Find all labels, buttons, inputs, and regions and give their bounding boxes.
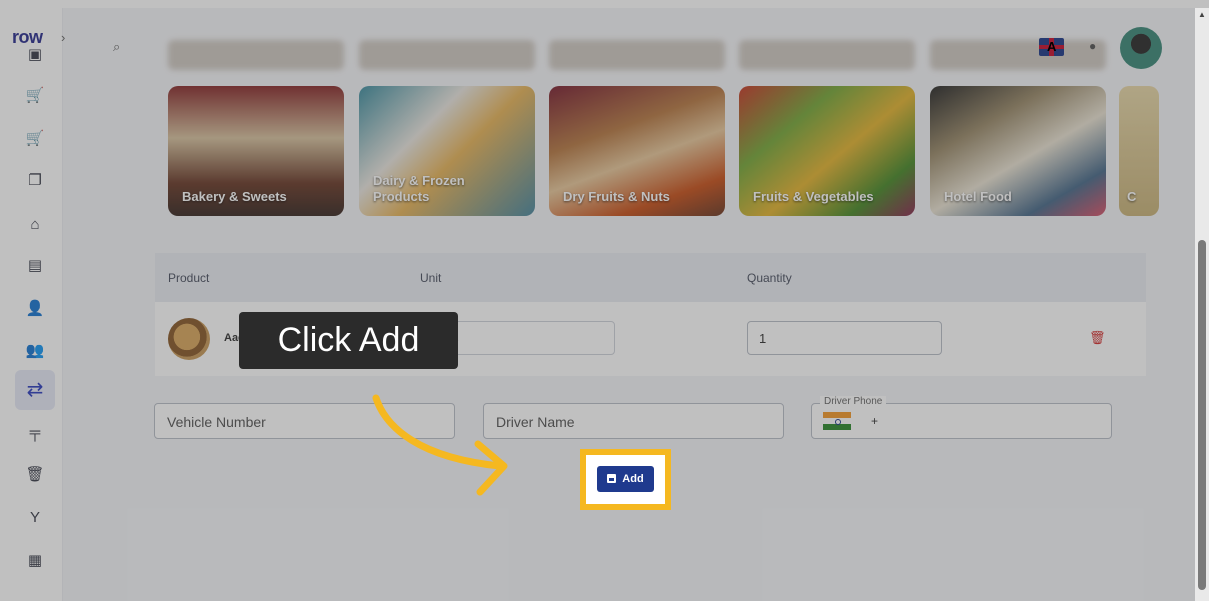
avatar[interactable] (1120, 27, 1162, 69)
add-button[interactable]: Add (597, 466, 654, 492)
phone-prefix: + (871, 414, 879, 428)
cart-add-icon[interactable]: 🛒 (25, 129, 45, 149)
category-card-hotel-food[interactable]: Hotel Food (930, 86, 1106, 216)
list-icon[interactable]: ▤ (25, 256, 45, 276)
quantity-input[interactable]: 1 (747, 321, 942, 355)
sidebar: row › ▣ 🛒 🛒 ❐ ⌂ ▤ 👤 👥 ⇄ ╤ 🗑 Y ▦ (7, 8, 65, 601)
category-label: Fruits & Vegetables (753, 189, 874, 204)
save-icon (607, 474, 617, 483)
product-thumbnail (168, 318, 210, 360)
store-icon[interactable]: ⌂ (25, 215, 45, 235)
sidebar-expand-icon[interactable]: › (61, 30, 65, 45)
crane-icon[interactable]: ╤ (25, 423, 45, 443)
language-flag-letter: A (1047, 39, 1057, 54)
india-flag-icon[interactable] (823, 412, 851, 430)
scroll-up-icon[interactable]: ▲ (1198, 10, 1206, 19)
category-label: Hotel Food (944, 189, 1012, 204)
copy-icon[interactable]: ❐ (25, 171, 45, 191)
cart-icon[interactable]: 🛒 (25, 86, 45, 106)
plant-icon[interactable]: Y (25, 508, 45, 528)
trash-icon[interactable]: 🗑 (25, 465, 45, 485)
column-header-quantity: Quantity (747, 271, 792, 285)
users-icon[interactable]: 👥 (25, 341, 45, 361)
driver-name-input[interactable]: Driver Name (483, 403, 784, 439)
blurred-tab (549, 40, 725, 70)
category-card-bakery[interactable]: Bakery & Sweets (168, 86, 344, 216)
category-card-dairy[interactable]: Dairy & Frozen Products (359, 86, 535, 216)
column-header-product: Product (168, 271, 210, 285)
tutorial-arrow-icon (372, 394, 508, 496)
blurred-tab (359, 40, 535, 70)
inbox-icon[interactable]: ▣ (25, 45, 45, 65)
screen-frame: row › ▣ 🛒 🛒 ❐ ⌂ ▤ 👤 👥 ⇄ ╤ 🗑 Y ▦ ⌕ A ● Ba… (0, 0, 1209, 601)
category-label: Dry Fruits & Nuts (563, 189, 670, 204)
user-edit-icon[interactable]: 👤 (25, 299, 45, 319)
transfer-icon[interactable]: ⇄ (15, 370, 55, 410)
blurred-tab (930, 40, 1106, 70)
calculator-icon[interactable]: ▦ (25, 551, 45, 571)
add-button-label: Add (622, 473, 644, 485)
category-card-partial[interactable]: C (1119, 86, 1159, 216)
blurred-tab (168, 40, 344, 70)
category-label: Dairy & Frozen Products (373, 173, 465, 204)
tutorial-callout: Click Add (239, 312, 458, 369)
language-flag-icon[interactable]: A (1039, 38, 1064, 56)
driver-phone-input[interactable] (811, 403, 1112, 439)
category-label: C (1127, 189, 1137, 204)
search-icon[interactable]: ⌕ (113, 39, 120, 55)
bell-icon[interactable]: ● (1089, 39, 1096, 53)
app-window: row › ▣ 🛒 🛒 ❐ ⌂ ▤ 👤 👥 ⇄ ╤ 🗑 Y ▦ ⌕ A ● Ba… (7, 8, 1195, 601)
table-header: Product Unit Quantity (155, 253, 1146, 302)
category-card-fruits-vegetables[interactable]: Fruits & Vegetables (739, 86, 915, 216)
scrollbar-thumb[interactable] (1198, 240, 1206, 590)
driver-phone-label: Driver Phone (820, 396, 887, 407)
delete-row-icon[interactable]: 🗑 (1089, 330, 1106, 346)
blurred-tab (739, 40, 915, 70)
column-header-unit: Unit (420, 271, 442, 285)
category-label: Bakery & Sweets (182, 189, 287, 204)
category-card-dry-fruits[interactable]: Dry Fruits & Nuts (549, 86, 725, 216)
